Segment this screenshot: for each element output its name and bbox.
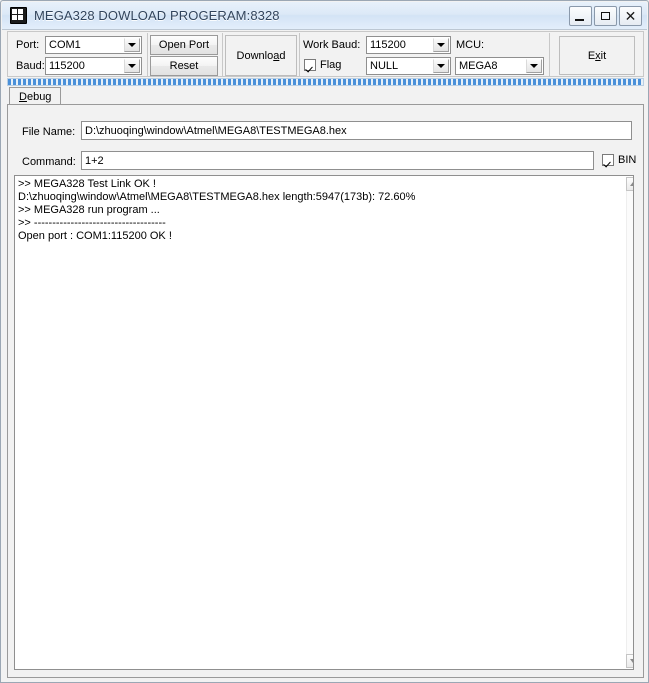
work-baud-value: 115200: [370, 39, 406, 51]
chevron-down-icon[interactable]: [124, 59, 140, 73]
open-port-button[interactable]: Open Port: [150, 35, 218, 55]
file-name-value: D:\zhuoqing\window\Atmel\MEGA8\TESTMEGA8…: [85, 124, 347, 137]
toolbar-divider: [299, 33, 300, 77]
reset-button[interactable]: Reset: [150, 56, 218, 76]
maximize-button[interactable]: [594, 6, 617, 26]
tab-page-debug: File Name: D:\zhuoqing\window\Atmel\MEGA…: [7, 104, 644, 678]
baud-value: 115200: [49, 60, 85, 72]
log-line: Open port : COM1:115200 OK !: [18, 230, 172, 242]
flag-checkbox[interactable]: Flag: [304, 59, 341, 71]
window-controls: ✕: [569, 6, 642, 26]
mcu-label: MCU:: [456, 39, 485, 51]
chevron-down-icon[interactable]: [526, 59, 542, 73]
chevron-down-icon[interactable]: [124, 38, 140, 52]
toolbar-divider: [147, 33, 148, 77]
log-lines: >> MEGA328 Test Link OK ! D:\zhuoqing\win…: [18, 178, 633, 243]
file-name-label: File Name:: [22, 126, 76, 138]
file-name-input[interactable]: D:\zhuoqing\window\Atmel\MEGA8\TESTMEGA8…: [81, 121, 632, 140]
scroll-down-icon: [630, 659, 633, 663]
minimize-button[interactable]: [569, 6, 592, 26]
tab-debug-label: Debug: [19, 90, 52, 103]
chip-icon: [10, 7, 27, 24]
toolbar-divider: [222, 33, 223, 77]
open-port-label: Open Port: [158, 39, 210, 51]
port-value: COM1: [49, 39, 81, 51]
scrollbar-track[interactable]: [626, 191, 633, 654]
log-line: >> MEGA328 Test Link OK !: [18, 178, 156, 190]
command-value: 1+2: [85, 154, 104, 167]
mcu-select[interactable]: MEGA8: [455, 57, 544, 75]
work-baud-label: Work Baud:: [303, 39, 361, 51]
minimize-icon: [575, 19, 584, 21]
close-button[interactable]: ✕: [619, 6, 642, 26]
command-input[interactable]: 1+2: [81, 151, 594, 170]
scroll-up-button[interactable]: [626, 177, 633, 191]
log-scrollbar[interactable]: [626, 177, 633, 668]
scroll-up-icon: [630, 182, 633, 186]
reset-label: Reset: [169, 60, 199, 72]
checkmark-icon: [602, 154, 614, 166]
toolbar-divider: [549, 33, 550, 77]
download-label: Download: [236, 49, 286, 62]
flag-mode-select[interactable]: NULL: [366, 57, 451, 75]
toolbar: Port: COM1 Baud: 115200 Open Port Reset …: [7, 31, 644, 77]
tab-debug[interactable]: Debug: [9, 87, 62, 105]
close-icon: ✕: [624, 8, 637, 24]
log-line: D:\zhuoqing\window\Atmel\MEGA8\TESTMEGA8…: [18, 191, 416, 203]
flag-label: Flag: [320, 59, 342, 71]
command-label: Command:: [22, 156, 76, 168]
maximize-icon: [601, 12, 610, 20]
exit-button[interactable]: Exit: [559, 36, 635, 75]
flag-mode-value: NULL: [370, 60, 399, 72]
bin-checkbox[interactable]: BIN: [602, 154, 636, 166]
chevron-down-icon[interactable]: [433, 59, 449, 73]
log-line: >> MEGA328 run program ...: [18, 204, 160, 216]
toolbar-gripper[interactable]: [7, 78, 644, 86]
work-baud-select[interactable]: 115200: [366, 36, 451, 54]
title-bar[interactable]: MEGA328 DOWLOAD PROGERAM:8328 ✕: [2, 2, 647, 30]
chevron-down-icon[interactable]: [433, 38, 449, 52]
tab-strip: Debug: [7, 87, 644, 105]
mcu-value: MEGA8: [459, 60, 498, 72]
port-label: Port:: [16, 39, 40, 51]
log-output[interactable]: >> MEGA328 Test Link OK ! D:\zhuoqing\win…: [14, 175, 634, 670]
baud-select[interactable]: 115200: [45, 57, 142, 75]
log-line: >> ------------------------------------: [18, 217, 166, 229]
scroll-down-button[interactable]: [626, 654, 633, 668]
application-window: MEGA328 DOWLOAD PROGERAM:8328 ✕ Port: CO…: [0, 0, 649, 683]
baud-label: Baud:: [16, 60, 45, 72]
port-select[interactable]: COM1: [45, 36, 142, 54]
window-title: MEGA328 DOWLOAD PROGERAM:8328: [34, 8, 280, 23]
exit-label: Exit: [587, 49, 607, 62]
bin-label: BIN: [618, 154, 637, 166]
download-button[interactable]: Download: [225, 35, 297, 76]
checkmark-icon: [304, 59, 316, 71]
